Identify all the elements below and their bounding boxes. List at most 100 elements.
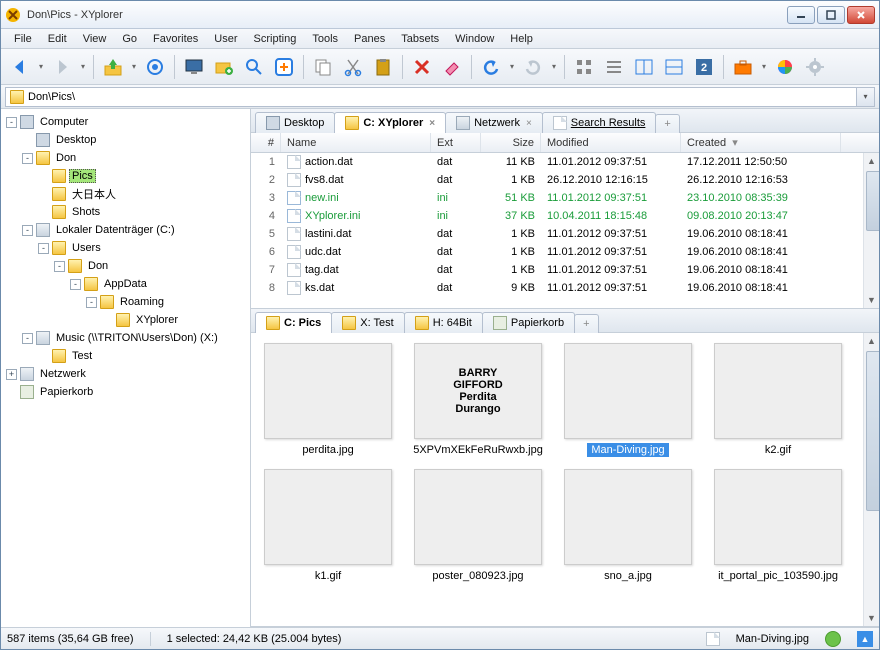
tree-label[interactable]: Don	[85, 259, 111, 273]
thumbnail-image[interactable]	[714, 469, 842, 565]
file-list[interactable]: 1action.datdat11 KB11.01.2012 09:37:5117…	[251, 153, 879, 308]
search-button[interactable]	[241, 54, 267, 80]
tree-label[interactable]: Music (\\TRITON\Users\Don) (X:)	[53, 331, 221, 345]
menu-user[interactable]: User	[207, 31, 244, 47]
collapse-icon[interactable]: -	[22, 225, 33, 236]
tree-node[interactable]: -Computer	[3, 113, 248, 131]
collapse-icon[interactable]: -	[86, 297, 97, 308]
collapse-icon[interactable]: -	[22, 153, 33, 164]
tab[interactable]: C: Pics	[255, 312, 332, 333]
tree-node[interactable]: 大日本人	[3, 185, 248, 203]
tree-label[interactable]: Desktop	[53, 133, 99, 147]
tree-label[interactable]: Lokaler Datenträger (C:)	[53, 223, 178, 237]
menu-panes[interactable]: Panes	[347, 31, 392, 47]
scrollbar[interactable]: ▲ ▼	[863, 153, 879, 308]
scroll-up-icon[interactable]: ▲	[864, 153, 879, 169]
thumbnail-caption[interactable]: Man-Diving.jpg	[587, 443, 668, 457]
scroll-thumb[interactable]	[866, 351, 879, 511]
tree-node[interactable]: Pics	[3, 167, 248, 185]
tree-label[interactable]: Roaming	[117, 295, 167, 309]
tree-label[interactable]: Don	[53, 151, 79, 165]
expand-icon[interactable]: +	[6, 369, 17, 380]
new-folder-button[interactable]	[211, 54, 237, 80]
menu-edit[interactable]: Edit	[41, 31, 74, 47]
collapse-icon[interactable]: -	[54, 261, 65, 272]
tab-close-icon[interactable]: ×	[526, 118, 532, 129]
col-name[interactable]: Name	[281, 133, 431, 152]
thumbnail-image[interactable]: BARRYGIFFORDPerditaDurango	[414, 343, 542, 439]
tab[interactable]: C: XYplorer×	[334, 112, 446, 133]
tab-close-icon[interactable]: ×	[429, 118, 435, 129]
tree-node[interactable]: XYplorer	[3, 311, 248, 329]
filter-icon[interactable]: ▾	[732, 136, 738, 149]
tree-node[interactable]: -Users	[3, 239, 248, 257]
address-input[interactable]	[28, 91, 852, 103]
tab-add-button[interactable]: +	[574, 314, 598, 333]
tree-label[interactable]: Shots	[69, 205, 103, 219]
paste-button[interactable]	[370, 54, 396, 80]
tree-node[interactable]: Test	[3, 347, 248, 365]
table-row[interactable]: 7tag.datdat1 KB11.01.2012 09:37:5119.06.…	[251, 261, 879, 279]
toolbox-button[interactable]	[730, 54, 756, 80]
forward-button[interactable]	[49, 54, 75, 80]
copy-button[interactable]	[310, 54, 336, 80]
table-row[interactable]: 3new.iniini51 KB11.01.2012 09:37:5123.10…	[251, 189, 879, 207]
tab[interactable]: Search Results	[542, 112, 657, 133]
scroll-down-icon[interactable]: ▼	[864, 610, 879, 626]
thumbnail[interactable]: k2.gif	[713, 343, 843, 457]
undo-button[interactable]	[478, 54, 504, 80]
tree-node[interactable]: Papierkorb	[3, 383, 248, 401]
thumbnail-image[interactable]	[264, 343, 392, 439]
menu-tabsets[interactable]: Tabsets	[394, 31, 446, 47]
redo-dropdown[interactable]: ▾	[550, 54, 558, 80]
thumbnail-caption[interactable]: k2.gif	[761, 443, 795, 457]
tree-node[interactable]: -AppData	[3, 275, 248, 293]
view-list-button[interactable]	[601, 54, 627, 80]
tree-label[interactable]: XYplorer	[133, 313, 181, 327]
address-dropdown[interactable]: ▾	[857, 87, 875, 107]
col-num[interactable]: #	[251, 133, 281, 152]
col-modified[interactable]: Modified	[541, 133, 681, 152]
back-dropdown[interactable]: ▾	[37, 54, 45, 80]
thumbnail-image[interactable]	[414, 469, 542, 565]
table-row[interactable]: 5lastini.datdat1 KB11.01.2012 09:37:5119…	[251, 225, 879, 243]
col-created[interactable]: Created ▾	[681, 133, 841, 152]
thumbnail-caption[interactable]: it_portal_pic_103590.jpg	[714, 569, 842, 583]
table-row[interactable]: 6udc.datdat1 KB11.01.2012 09:37:5119.06.…	[251, 243, 879, 261]
tree-node[interactable]: +Netzwerk	[3, 365, 248, 383]
table-row[interactable]: 8ks.datdat9 KB11.01.2012 09:37:5119.06.2…	[251, 279, 879, 297]
view-dual-h-button[interactable]	[631, 54, 657, 80]
scroll-down-icon[interactable]: ▼	[864, 292, 879, 308]
scroll-up-icon[interactable]: ▲	[864, 333, 879, 349]
collapse-icon[interactable]: -	[22, 333, 33, 344]
tree-label[interactable]: Test	[69, 349, 95, 363]
menu-window[interactable]: Window	[448, 31, 501, 47]
thumbnail-image[interactable]	[714, 343, 842, 439]
settings-button[interactable]	[802, 54, 828, 80]
scrollbar[interactable]: ▲ ▼	[863, 333, 879, 626]
thumbnail-caption[interactable]: 5XPVmXEkFeRuRwxb.jpg	[409, 443, 547, 457]
collapse-icon[interactable]: -	[70, 279, 81, 290]
up-dropdown[interactable]: ▾	[130, 54, 138, 80]
undo-dropdown[interactable]: ▾	[508, 54, 516, 80]
delete-button[interactable]	[409, 54, 435, 80]
thumbnail-caption[interactable]: k1.gif	[311, 569, 345, 583]
up-button[interactable]	[100, 54, 126, 80]
close-button[interactable]	[847, 6, 875, 24]
thumbnail[interactable]: sno_a.jpg	[563, 469, 693, 583]
thumbnail-image[interactable]	[564, 469, 692, 565]
col-size[interactable]: Size	[481, 133, 541, 152]
tab[interactable]: Papierkorb	[482, 312, 575, 333]
scroll-thumb[interactable]	[866, 171, 879, 231]
tree-node[interactable]: - Don	[3, 149, 248, 167]
tree-node[interactable]: - Roaming	[3, 293, 248, 311]
target-button[interactable]	[142, 54, 168, 80]
thumbnail-image[interactable]	[264, 469, 392, 565]
thumbnail[interactable]: it_portal_pic_103590.jpg	[713, 469, 843, 583]
table-row[interactable]: 1action.datdat11 KB11.01.2012 09:37:5117…	[251, 153, 879, 171]
tab[interactable]: Desktop	[255, 112, 335, 133]
menu-view[interactable]: View	[76, 31, 114, 47]
menu-go[interactable]: Go	[115, 31, 144, 47]
tree-label[interactable]: Pics	[69, 169, 96, 183]
address-field[interactable]	[5, 87, 857, 107]
